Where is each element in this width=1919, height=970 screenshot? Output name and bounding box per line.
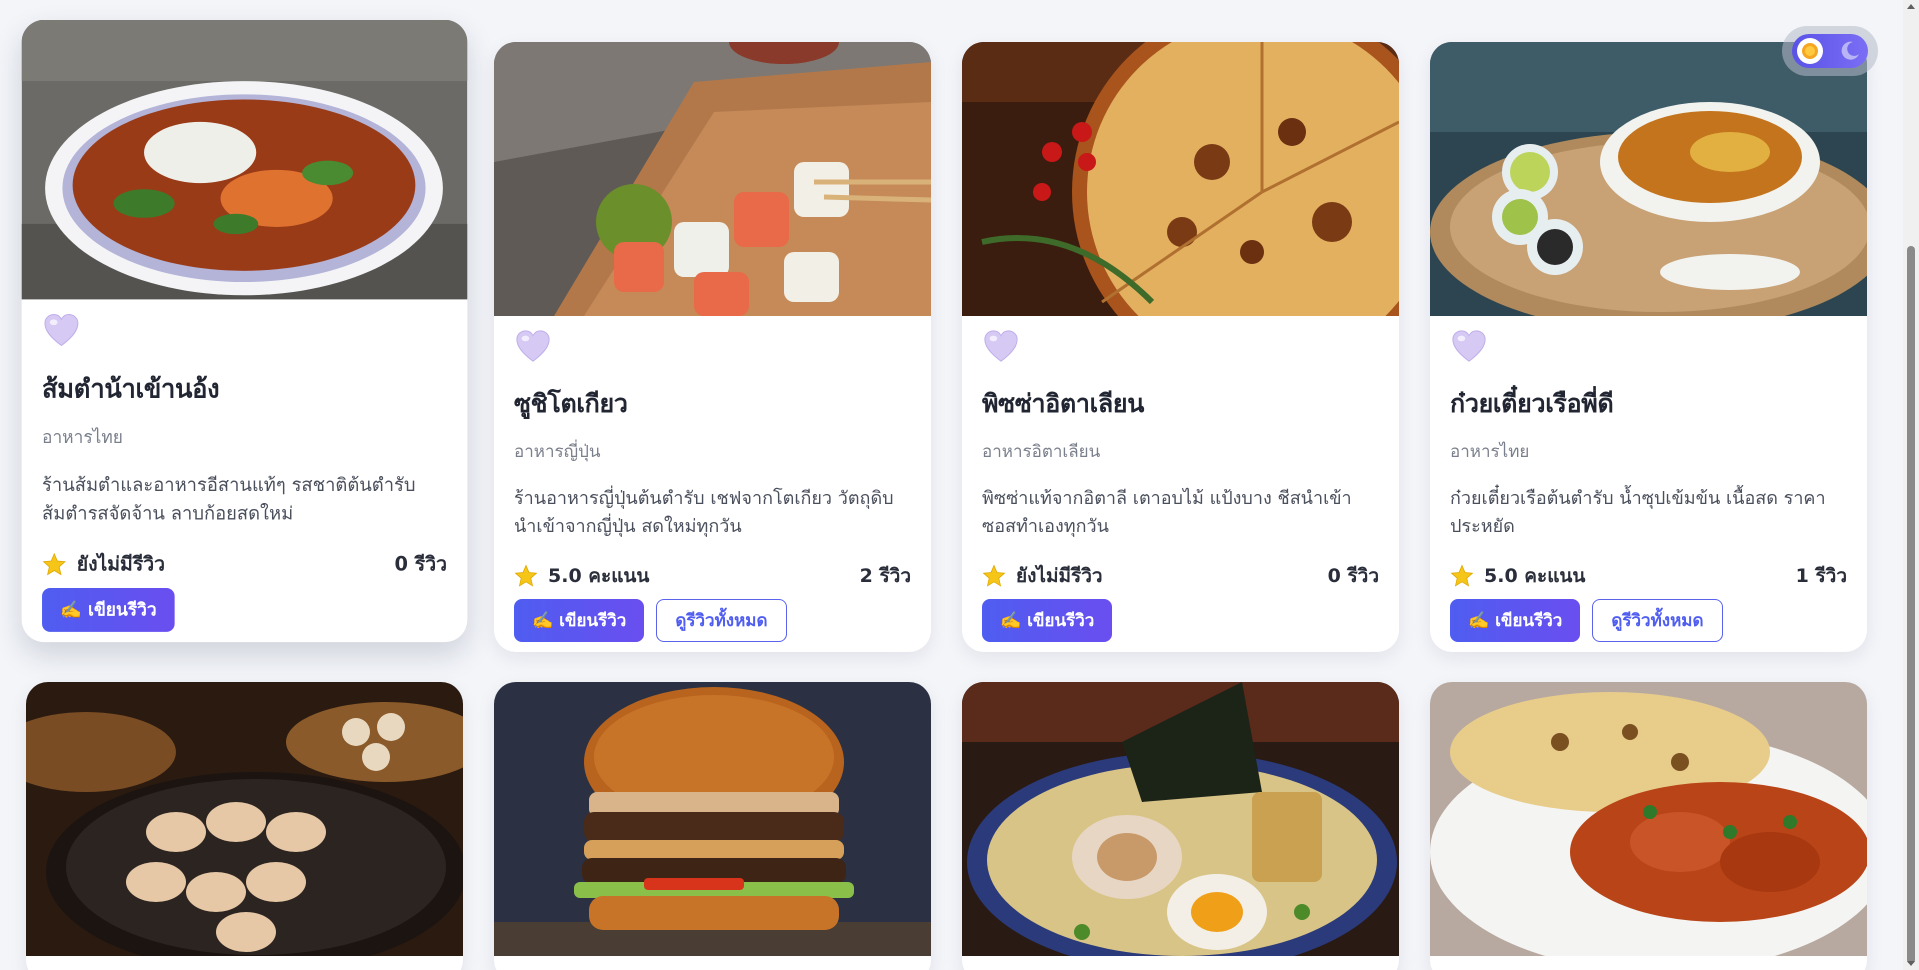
restaurant-cuisine: อาหารไทย xyxy=(42,427,123,449)
restaurant-card[interactable]: ก๋วยเตี๋ยวเรือพี่ดี อาหารไทย ก๋วยเตี๋ยวเ… xyxy=(1430,42,1867,652)
food-photo-curry-naan xyxy=(1430,682,1867,956)
rating-text: ยังไม่มีรีวิว xyxy=(1016,565,1103,587)
star-icon xyxy=(514,564,538,587)
restaurant-name: ส้มตำน้าเข้านอ้ง xyxy=(42,373,220,404)
review-count: 1 รีวิว xyxy=(1795,565,1847,587)
rating-row: ยังไม่มีรีวิว 0 รีวิว xyxy=(42,549,447,580)
restaurant-grid: ส้มตำน้าเข้านอ้ง อาหารไทย ร้านส้มตำและอา… xyxy=(21,19,1872,970)
favorite-heart-icon[interactable] xyxy=(982,328,1020,366)
restaurant-description: พิซซ่าแท้จากอิตาลี เตาอบไม้ แป้งบาง ชีสน… xyxy=(982,488,1352,537)
restaurant-description: ร้านส้มตำและอาหารอีสานแท้ๆ รสชาติต้นตำรั… xyxy=(42,474,416,525)
food-photo-burger xyxy=(494,682,931,956)
restaurant-card[interactable] xyxy=(494,682,931,970)
food-photo-somtam xyxy=(21,19,468,300)
restaurant-card[interactable] xyxy=(962,682,1399,970)
rating-row: ยังไม่มีรีวิว 0 รีวิว xyxy=(982,561,1379,591)
theme-toggle[interactable] xyxy=(1782,26,1878,76)
write-review-button[interactable]: ✍️ เขียนรีวิว xyxy=(42,588,175,632)
restaurant-card[interactable]: ซูชิโตเกียว อาหารญี่ปุ่น ร้านอาหารญี่ปุ่… xyxy=(494,42,931,652)
review-count: 2 รีวิว xyxy=(859,565,911,587)
star-icon xyxy=(42,552,66,576)
rating-row: 5.0 คะแนน 2 รีวิว xyxy=(514,561,911,591)
review-count: 0 รีวิว xyxy=(394,553,447,576)
restaurant-card[interactable] xyxy=(1430,682,1867,970)
restaurant-card[interactable]: ส้มตำน้าเข้านอ้ง อาหารไทย ร้านส้มตำและอา… xyxy=(21,19,468,643)
restaurant-cuisine: อาหารไทย xyxy=(1450,442,1530,462)
write-review-button[interactable]: ✍️ เขียนรีวิว xyxy=(982,599,1113,642)
write-review-button[interactable]: ✍️ เขียนรีวิว xyxy=(1450,599,1581,642)
scroll-up-arrow[interactable] xyxy=(1907,4,1915,9)
restaurant-name: พิซซ่าอิตาเลียน xyxy=(982,389,1145,418)
restaurant-description: ก๋วยเตี๋ยวเรือต้นตำรับ น้ำซุปเข้มข้น เนื… xyxy=(1450,488,1826,537)
view-all-reviews-button[interactable]: ดูรีวิวทั้งหมด xyxy=(1592,599,1723,642)
write-review-button[interactable]: ✍️ เขียนรีวิว xyxy=(514,599,645,642)
favorite-heart-icon[interactable] xyxy=(1450,328,1488,366)
review-count: 0 รีวิว xyxy=(1327,565,1379,587)
scrollbar-thumb[interactable] xyxy=(1907,246,1915,964)
moon-icon xyxy=(1841,41,1859,60)
rating-text: 5.0 คะแนน xyxy=(548,565,650,587)
star-icon xyxy=(982,564,1006,587)
rating-text: ยังไม่มีรีวิว xyxy=(76,553,166,576)
star-icon xyxy=(1450,564,1474,587)
food-photo-boat-noodle xyxy=(1430,42,1867,316)
rating-text: 5.0 คะแนน xyxy=(1484,565,1586,587)
scroll-down-arrow[interactable] xyxy=(1907,961,1915,966)
restaurant-name: ซูชิโตเกียว xyxy=(514,389,628,418)
food-photo-ramen xyxy=(962,682,1399,956)
rating-row: 5.0 คะแนน 1 รีวิว xyxy=(1450,561,1847,591)
restaurant-card[interactable] xyxy=(26,682,463,970)
food-photo-sushi xyxy=(494,42,931,316)
favorite-heart-icon[interactable] xyxy=(42,312,81,351)
restaurant-cuisine: อาหารอิตาเลียน xyxy=(982,442,1101,462)
restaurant-name: ก๋วยเตี๋ยวเรือพี่ดี xyxy=(1450,389,1614,418)
restaurant-cuisine: อาหารญี่ปุ่น xyxy=(514,442,601,462)
restaurant-description: ร้านอาหารญี่ปุ่นต้นตำรับ เชฟจากโตเกียว ว… xyxy=(514,488,894,537)
favorite-heart-icon[interactable] xyxy=(514,328,552,366)
food-photo-pizza xyxy=(962,42,1399,316)
view-all-reviews-button[interactable]: ดูรีวิวทั้งหมด xyxy=(656,599,787,642)
food-photo-dumplings xyxy=(26,682,463,956)
restaurant-card[interactable]: พิซซ่าอิตาเลียน อาหารอิตาเลียน พิซซ่าแท้… xyxy=(962,42,1399,652)
scrollbar[interactable] xyxy=(1903,0,1919,970)
sun-icon xyxy=(1797,38,1823,64)
